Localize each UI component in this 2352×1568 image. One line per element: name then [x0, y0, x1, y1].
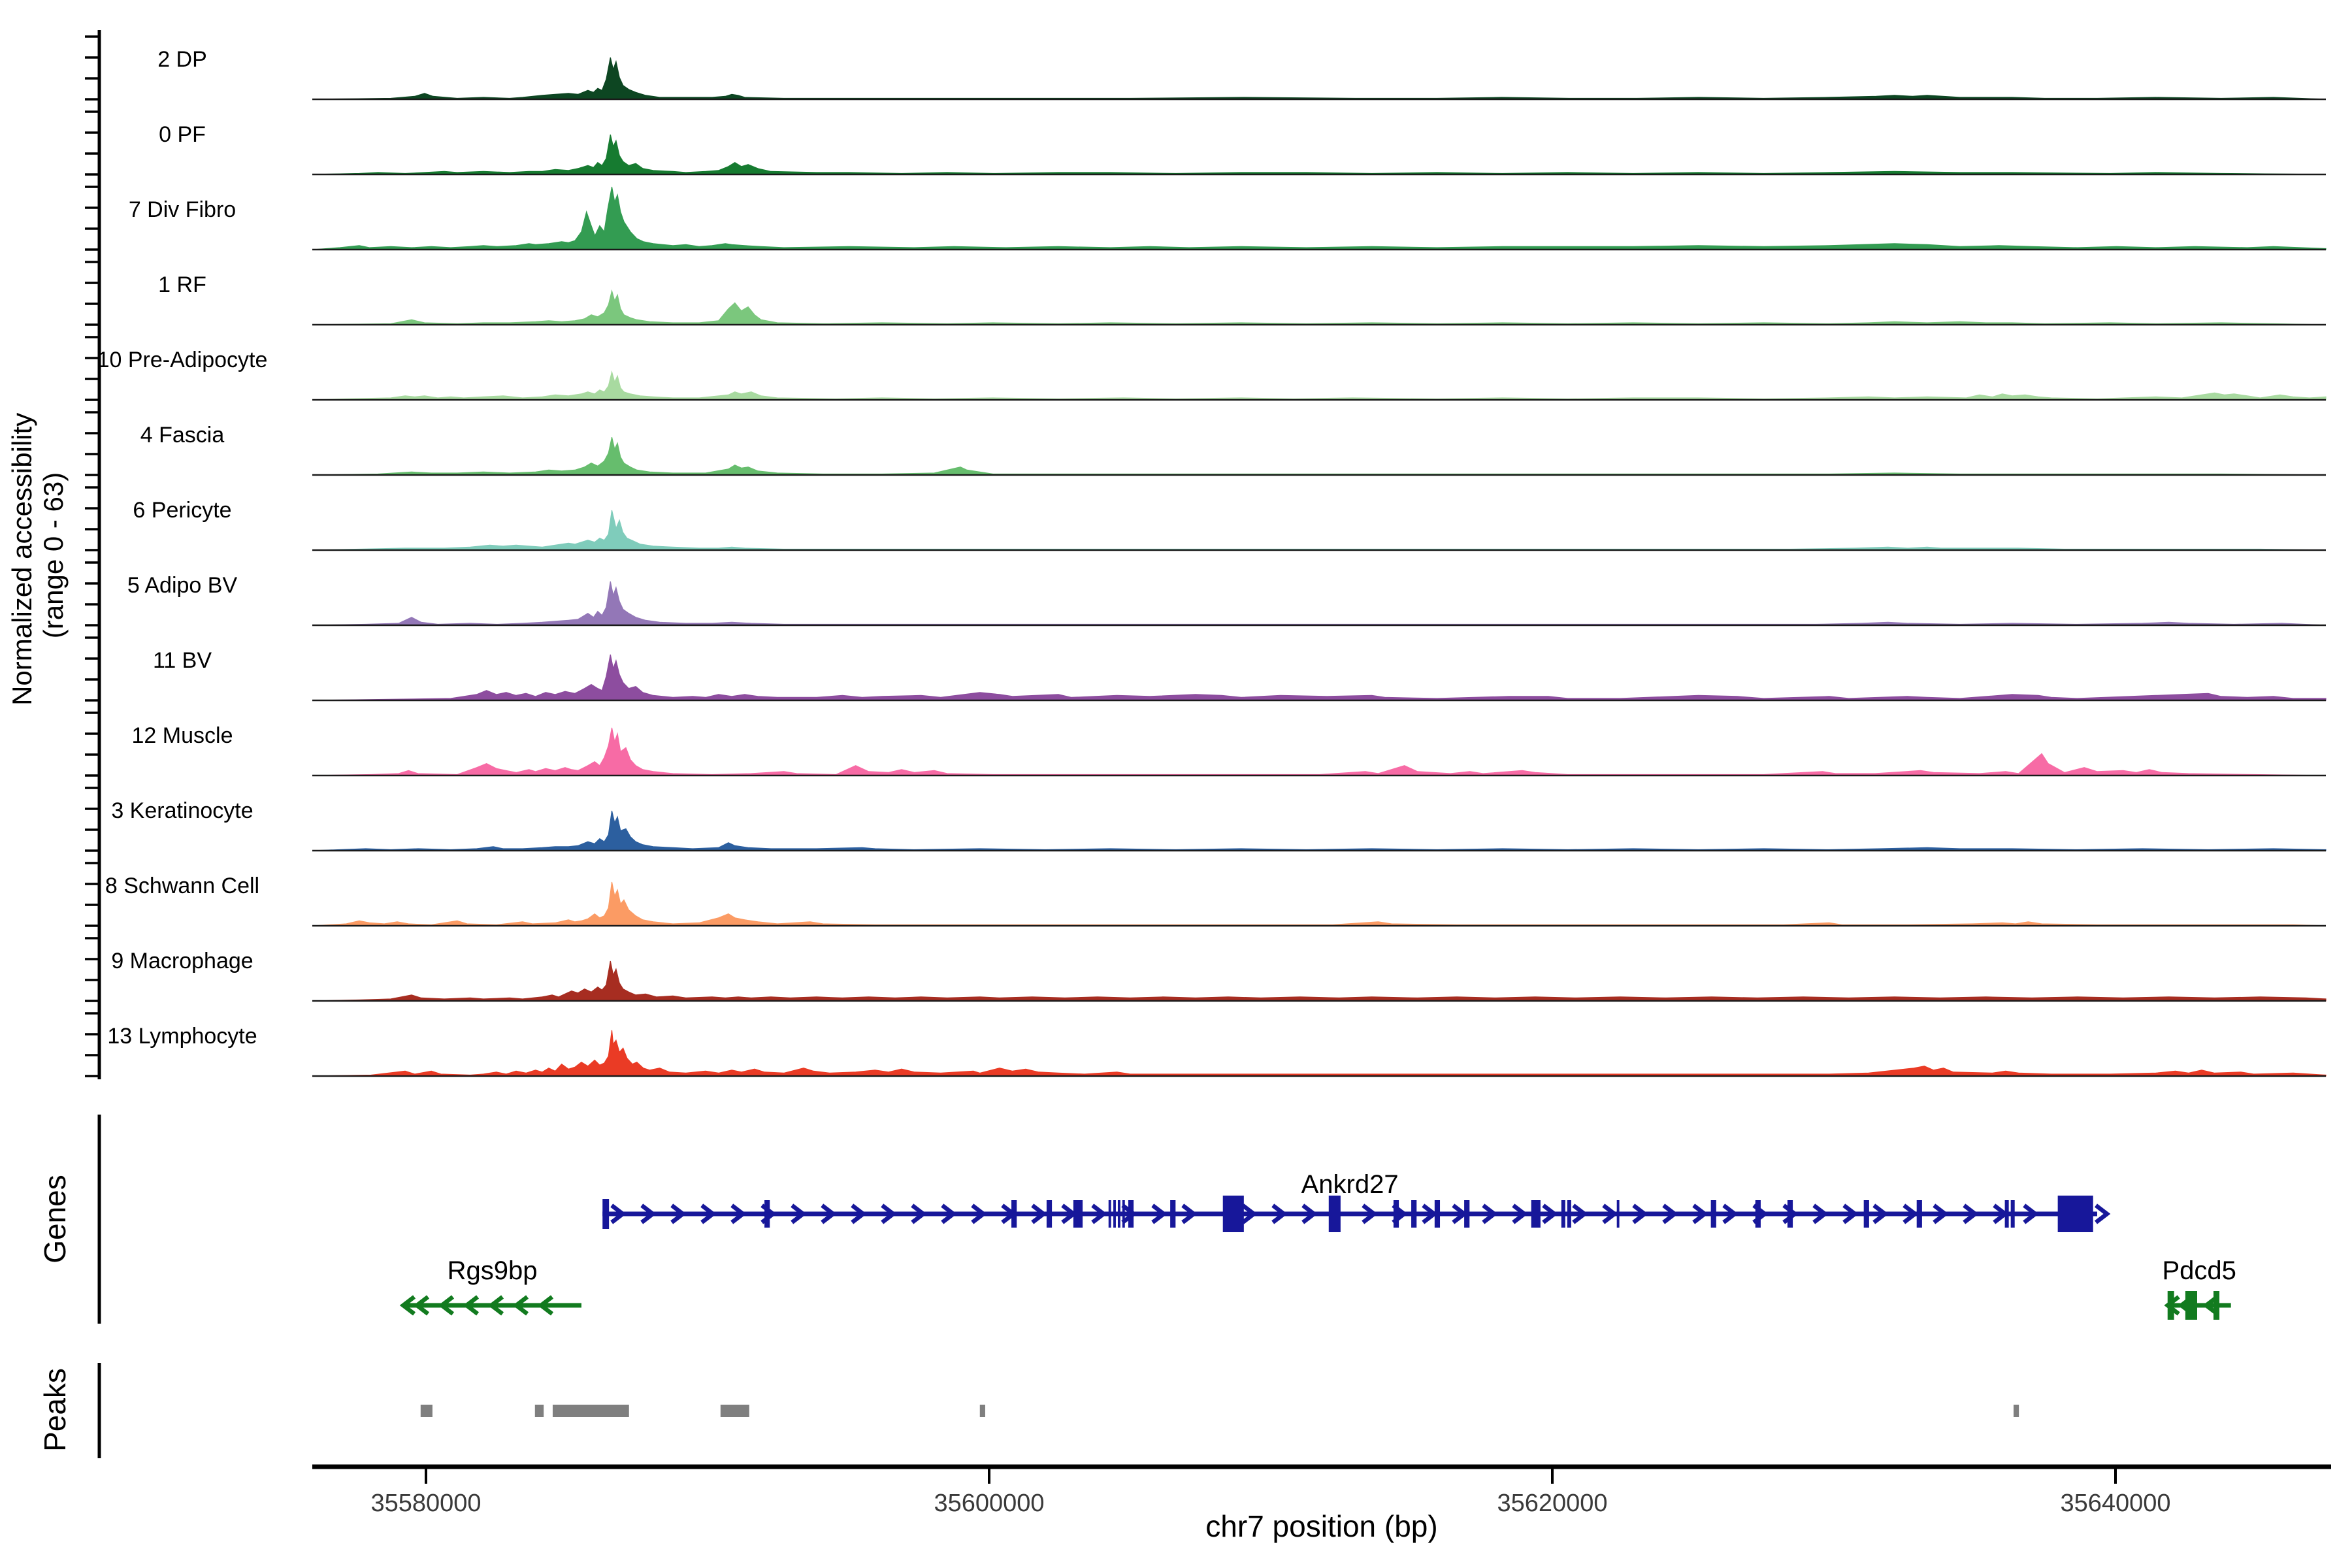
exon: [2185, 1291, 2197, 1320]
peak-region: [979, 1405, 985, 1417]
exon: [1710, 1200, 1716, 1228]
track-4-fascia: 4 Fascia: [85, 411, 2327, 476]
track-8-schwann-cell: 8 Schwann Cell: [85, 862, 2327, 927]
gene-pdcd5: Pdcd5: [2163, 1256, 2236, 1320]
track-label: 12 Muscle: [132, 723, 233, 748]
peaks-panel-header: Peaks: [38, 1363, 101, 1458]
peak-region: [2013, 1405, 2019, 1417]
y-axis-title: Normalized accessibility (range 0 - 63): [7, 405, 69, 706]
gene-label: Pdcd5: [2163, 1256, 2236, 1285]
track-5-adipo-bv: 5 Adipo BV: [85, 561, 2327, 627]
peak-region: [552, 1405, 629, 1417]
exon: [1755, 1200, 1761, 1228]
exon: [1108, 1200, 1111, 1228]
x-axis-title: chr7 position (bp): [1205, 1509, 1437, 1543]
peak-region: [534, 1405, 544, 1417]
x-axis: 35580000 35600000 35620000 35640000 chr7 po…: [312, 1464, 2331, 1543]
track-label: 7 Div Fibro: [129, 197, 236, 222]
track-3-keratinocyte: 3 Keratinocyte: [85, 787, 2327, 852]
x-tick-label: 35580000: [370, 1490, 481, 1517]
exon: [1561, 1200, 1565, 1228]
track-9-macrophage: 9 Macrophage: [85, 937, 2327, 1002]
accessibility-tracks: 2 DP 0 PF 7 Div Fibro 1 RF 10 Pre-Adipocyte 4…: [85, 35, 2327, 1077]
exon: [764, 1200, 770, 1228]
track-6-pericyte: 6 Pericyte: [85, 486, 2327, 551]
track-13-lymphocyte: 13 Lymphocyte: [85, 1012, 2327, 1077]
exon: [1117, 1200, 1120, 1228]
y-axis-title-line2: (range 0 - 63): [38, 472, 69, 638]
exon: [1113, 1200, 1116, 1228]
exon: [1222, 1196, 1244, 1232]
track-0-pf: 0 PF: [85, 110, 2327, 176]
gene-rgs9bp: Rgs9bp: [399, 1256, 581, 1316]
track-label: 5 Adipo BV: [127, 573, 238, 598]
signal-area: [312, 57, 2327, 100]
track-label: 6 Pericyte: [133, 498, 231, 523]
track-label: 13 Lymphocyte: [107, 1024, 257, 1049]
track-label: 3 Keratinocyte: [111, 798, 253, 823]
x-tick-label: 35600000: [934, 1490, 1044, 1517]
exon: [1170, 1200, 1176, 1228]
x-tick-label: 35640000: [2060, 1490, 2170, 1517]
gene-ankrd27: Ankrd27: [602, 1170, 2111, 1232]
peak-region: [420, 1405, 433, 1417]
exon: [2213, 1291, 2220, 1320]
exon: [1863, 1200, 1869, 1228]
exon: [1567, 1200, 1571, 1228]
signal-area: [312, 654, 2327, 701]
signal-area: [312, 186, 2327, 250]
track-label: 9 Macrophage: [111, 949, 253, 973]
signal-area: [312, 881, 2327, 926]
track-10-pre-adipocyte: 10 Pre-Adipocyte: [85, 336, 2327, 401]
x-tick-label: 35620000: [1497, 1490, 1607, 1517]
track-label: 11 BV: [153, 648, 212, 673]
peak-calls: [420, 1405, 2019, 1417]
signal-area: [312, 960, 2327, 1002]
signal-area: [312, 134, 2327, 175]
peaks-panel-label: Peaks: [38, 1368, 72, 1452]
track-label: 10 Pre-Adipocyte: [97, 348, 268, 372]
exon: [1531, 1200, 1541, 1228]
exon: [2057, 1196, 2093, 1232]
peak-region: [720, 1405, 749, 1417]
track-label: 0 PF: [159, 122, 206, 147]
track-label: 1 RF: [158, 272, 206, 297]
signal-area: [312, 510, 2327, 551]
track-label: 8 Schwann Cell: [105, 874, 259, 898]
y-axis-title-line1: Normalized accessibility: [7, 413, 37, 706]
genome-browser-figure: Normalized accessibility (range 0 - 63) …: [0, 0, 2352, 1568]
strand-arrow-icon: [2095, 1203, 2111, 1224]
signal-area: [312, 436, 2327, 476]
signal-area: [312, 289, 2327, 325]
track-1-rf: 1 RF: [85, 261, 2327, 326]
signal-area: [312, 581, 2327, 626]
track-label: 4 Fascia: [140, 423, 225, 448]
exon: [2010, 1200, 2015, 1228]
gene-label: Ankrd27: [1301, 1170, 1399, 1199]
track-label: 2 DP: [157, 47, 207, 72]
genes-panel-header: Genes: [38, 1115, 101, 1324]
signal-area: [312, 727, 2327, 776]
gene-label: Rgs9bp: [448, 1256, 538, 1285]
signal-area: [312, 1030, 2327, 1077]
signal-area: [312, 810, 2327, 851]
track-12-muscle: 12 Muscle: [85, 711, 2327, 777]
exon: [602, 1199, 610, 1229]
genes-panel-label: Genes: [38, 1175, 72, 1264]
exon: [1328, 1196, 1341, 1232]
track-2-dp: 2 DP: [85, 35, 2327, 101]
exon: [1411, 1200, 1417, 1228]
track-11-bv: 11 BV: [85, 636, 2327, 702]
signal-area: [312, 370, 2327, 400]
exon: [1046, 1200, 1053, 1228]
gene-models: Ankrd27 Rgs9bp Pdcd5: [399, 1170, 2236, 1320]
track-7-div-fibro: 7 Div Fibro: [85, 186, 2327, 251]
